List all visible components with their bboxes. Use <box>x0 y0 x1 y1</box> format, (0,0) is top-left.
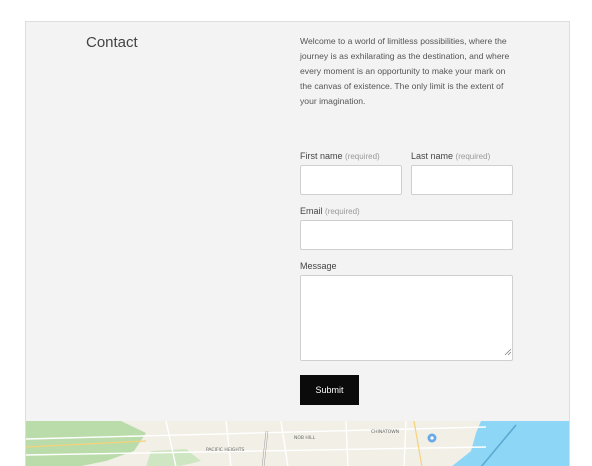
email-label-text: Email <box>300 206 323 216</box>
last-name-label: Last name (required) <box>411 151 490 161</box>
email-label: Email (required) <box>300 206 360 216</box>
message-textarea[interactable] <box>300 275 513 361</box>
contact-section: Contact Welcome to a world of limitless … <box>25 21 570 466</box>
map-canvas[interactable]: PACIFIC HEIGHTS NOB HILL CHINATOWN <box>26 421 570 466</box>
intro-paragraph: Welcome to a world of limitless possibil… <box>300 36 510 106</box>
last-name-label-text: Last name <box>411 151 454 161</box>
first-name-label: First name (required) <box>300 151 380 161</box>
first-name-input[interactable] <box>300 165 402 195</box>
message-label-text: Message <box>300 261 337 271</box>
map-label-pacific-heights: PACIFIC HEIGHTS <box>206 447 245 453</box>
last-name-input[interactable] <box>411 165 513 195</box>
email-required: (required) <box>325 207 360 216</box>
first-name-label-text: First name <box>300 151 343 161</box>
map-pin-dot <box>430 436 434 440</box>
contact-heading: Contact <box>86 34 138 51</box>
map-label-nob-hill: NOB HILL <box>294 435 316 441</box>
submit-button[interactable]: Submit <box>300 375 359 405</box>
last-name-required: (required) <box>455 152 491 161</box>
message-label: Message <box>300 261 337 271</box>
first-name-required: (required) <box>345 152 380 161</box>
map-label-chinatown: CHINATOWN <box>371 429 399 435</box>
email-input[interactable] <box>300 220 513 250</box>
map-embed[interactable]: PACIFIC HEIGHTS NOB HILL CHINATOWN <box>26 421 570 466</box>
